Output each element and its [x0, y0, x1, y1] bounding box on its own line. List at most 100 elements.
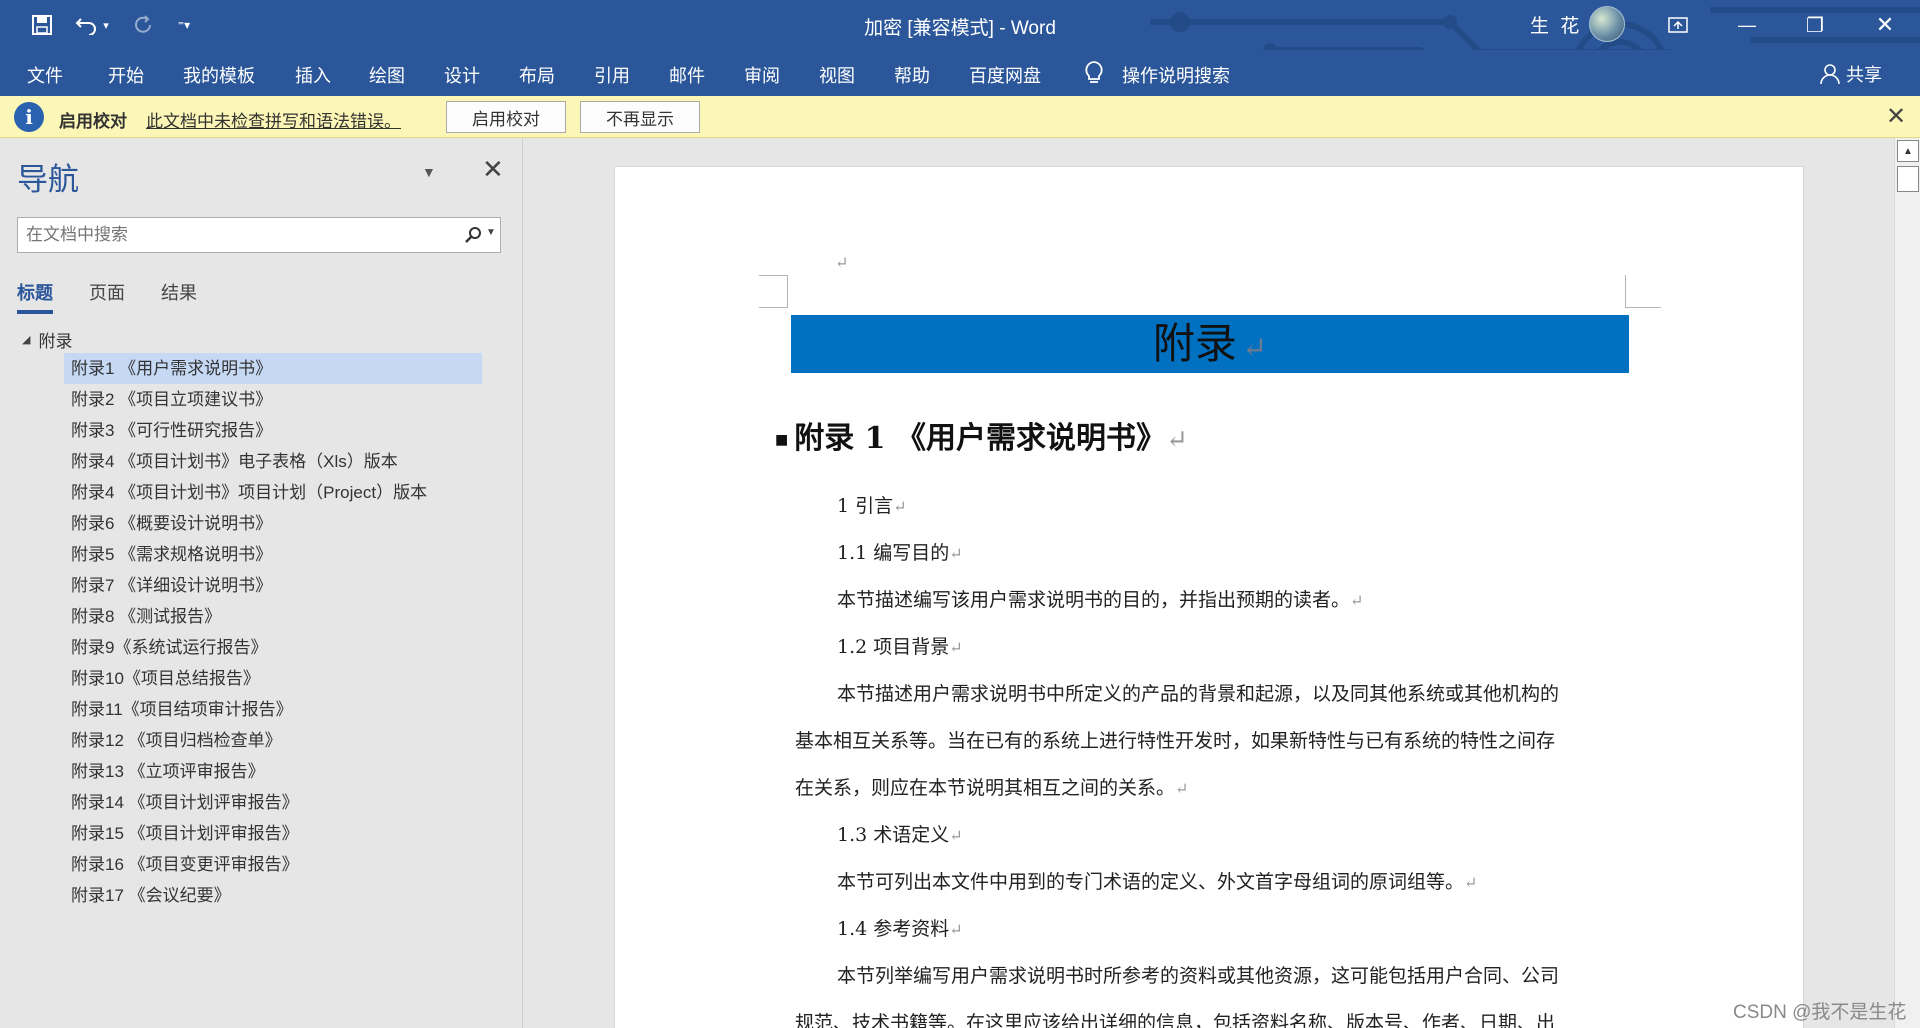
- section-text: 1.2 项目背景: [837, 636, 950, 658]
- share-button[interactable]: 共享: [1820, 61, 1882, 87]
- navigation-title: 导航: [17, 162, 79, 197]
- heading-item[interactable]: 附录3 《可行性研究报告》: [64, 415, 482, 446]
- paragraph-mark: ↵: [893, 497, 907, 516]
- heading-item[interactable]: 附录16 《项目变更评审报告》: [64, 849, 482, 880]
- tab-draw[interactable]: 绘图: [369, 62, 405, 88]
- tab-headings[interactable]: 标题: [17, 279, 53, 314]
- tab-pages[interactable]: 页面: [89, 279, 125, 305]
- heading-item[interactable]: 附录13 《立项评审报告》: [64, 756, 482, 787]
- arrow-up-icon: ▲: [1903, 145, 1913, 157]
- search-options-dropdown-icon[interactable]: ▼: [486, 227, 496, 238]
- body-paragraph-line: 本节列举编写用户需求说明书时所参考的资料或其他资源，这可能包括用户合同、公司: [837, 965, 1560, 987]
- avatar[interactable]: [1589, 6, 1625, 42]
- heading-text: 附录 1 《用户需求说明书》: [794, 421, 1166, 456]
- undo-dropdown-icon[interactable]: ▾: [103, 19, 109, 32]
- heading-item[interactable]: 附录4 《项目计划书》电子表格（Xls）版本: [64, 446, 482, 477]
- document-search-box[interactable]: ▼: [17, 217, 501, 253]
- heading-root-label: 附录: [38, 332, 73, 351]
- heading-item[interactable]: 附录7 《详细设计说明书》: [64, 570, 482, 601]
- undo-button[interactable]: ▾: [70, 0, 114, 50]
- person-icon: [1820, 64, 1840, 85]
- tab-references[interactable]: 引用: [594, 62, 630, 88]
- heading-item[interactable]: 附录9《系统试运行报告》: [64, 632, 482, 663]
- redo-button[interactable]: [126, 0, 160, 50]
- body-paragraph-line: 本节描述用户需求说明书中所定义的产品的背景和起源，以及同其他系统或其他机构的: [837, 683, 1560, 705]
- section-heading: 1.4 参考资料↵: [837, 914, 963, 941]
- ribbon-display-options-button[interactable]: [1643, 0, 1713, 50]
- tab-view[interactable]: 视图: [819, 62, 855, 88]
- heading-item[interactable]: 附录5 《需求规格说明书》: [64, 539, 482, 570]
- heading-item[interactable]: 附录14 《项目计划评审报告》: [64, 787, 482, 818]
- heading-item[interactable]: 附录1 《用户需求说明书》: [64, 353, 482, 384]
- tab-file[interactable]: 文件: [27, 62, 63, 88]
- crop-mark: [1625, 307, 1661, 308]
- section-heading: 1.3 术语定义↵: [837, 820, 963, 847]
- heading-item[interactable]: 附录17 《会议纪要》: [64, 880, 482, 911]
- tab-help[interactable]: 帮助: [894, 62, 930, 88]
- tab-review[interactable]: 审阅: [744, 62, 780, 88]
- tab-my-templates[interactable]: 我的模板: [183, 62, 255, 88]
- search-input[interactable]: [18, 218, 438, 252]
- heading-root-item[interactable]: ◢ 附录: [22, 327, 72, 352]
- heading-item[interactable]: 附录4 《项目计划书》项目计划（Project）版本: [64, 477, 482, 508]
- search-icon[interactable]: [464, 226, 482, 244]
- tab-home[interactable]: 开始: [108, 62, 144, 88]
- close-button[interactable]: ✕: [1850, 0, 1920, 50]
- paragraph-mark: ↵: [1175, 779, 1189, 798]
- paragraph-mark: ↵: [949, 826, 963, 845]
- paragraph-mark: ↵: [949, 638, 963, 657]
- info-icon: i: [14, 102, 44, 132]
- tab-insert[interactable]: 插入: [295, 62, 331, 88]
- document-page[interactable]: ↵ 附录 ↵ ■ 附录 1 《用户需求说明书》↵ 1 引言↵ 1.1 编写目的↵ …: [614, 166, 1804, 1028]
- heading-appendix-1[interactable]: ■ 附录 1 《用户需求说明书》↵: [775, 413, 1188, 457]
- section-heading: 1.1 编写目的↵: [837, 538, 963, 565]
- message-bar-text[interactable]: 此文档中未检查拼写和语法错误。: [146, 107, 401, 132]
- heading-item[interactable]: 附录10《项目总结报告》: [64, 663, 482, 694]
- section-text: 1.3 术语定义: [837, 824, 950, 846]
- tab-baidu-netdisk[interactable]: 百度网盘: [969, 62, 1041, 88]
- user-name[interactable]: 生 花: [1530, 11, 1582, 38]
- section-text: 1.4 参考资料: [837, 918, 950, 940]
- heading-item[interactable]: 附录8 《测试报告》: [64, 601, 482, 632]
- heading-item[interactable]: 附录11《项目结项审计报告》: [64, 694, 482, 725]
- lightbulb-icon: [1085, 61, 1103, 83]
- vertical-scrollbar[interactable]: ▲: [1894, 138, 1920, 1028]
- enable-proofing-button[interactable]: 启用校对: [446, 101, 566, 133]
- heading-item[interactable]: 附录15 《项目计划评审报告》: [64, 818, 482, 849]
- paragraph-text: 本节描述编写该用户需求说明书的目的，并指出预期的读者。: [837, 589, 1351, 611]
- scroll-up-button[interactable]: ▲: [1897, 140, 1919, 162]
- customize-quick-access-button[interactable]: ⁼▾: [172, 0, 196, 50]
- tab-results[interactable]: 结果: [161, 279, 197, 305]
- dont-show-again-button[interactable]: 不再显示: [580, 101, 700, 133]
- minimize-button[interactable]: —: [1712, 0, 1782, 50]
- message-bar-title: 启用校对: [59, 112, 127, 131]
- paragraph-mark: ↵: [1350, 591, 1364, 610]
- save-button[interactable]: [24, 0, 60, 50]
- section-text: 1.1 编写目的: [837, 542, 950, 564]
- document-area[interactable]: ↵ 附录 ↵ ■ 附录 1 《用户需求说明书》↵ 1 引言↵ 1.1 编写目的↵ …: [524, 138, 1894, 1028]
- pane-options-dropdown-icon[interactable]: ▼: [422, 164, 436, 180]
- crop-mark: [759, 307, 788, 308]
- scroll-thumb[interactable]: [1897, 166, 1919, 192]
- heading-item[interactable]: 附录2 《项目立项建议书》: [64, 384, 482, 415]
- tell-me-search[interactable]: 操作说明搜索: [1122, 62, 1230, 88]
- restore-button[interactable]: ❐: [1780, 0, 1850, 50]
- navigation-pane: 导航 ▼ ✕ ▼ 标题 页面 结果 ◢ 附录 附录1 《用户需求说明书》 附录2…: [0, 138, 523, 1028]
- redo-icon: [135, 15, 151, 33]
- paragraph-mark: ↵: [1166, 425, 1188, 455]
- tab-mailings[interactable]: 邮件: [669, 62, 705, 88]
- heading-item[interactable]: 附录6 《概要设计说明书》: [64, 508, 482, 539]
- paragraph-text: 在关系，则应在本节说明其相互之间的关系。: [795, 777, 1176, 799]
- title-bar: ▾ ⁼▾ 加密 [兼容模式] - Word 生 花 — ❐ ✕: [0, 0, 1920, 50]
- paragraph-mark: ↵: [1464, 873, 1478, 892]
- paragraph-mark: ↵: [835, 253, 849, 272]
- body-paragraph: 本节可列出本文件中用到的专门术语的定义、外文首字母组词的原词组等。↵: [837, 867, 1477, 894]
- heading-item[interactable]: 附录12 《项目归档检查单》: [64, 725, 482, 756]
- section-heading: 1.2 项目背景↵: [837, 632, 963, 659]
- tab-layout[interactable]: 布局: [519, 62, 555, 88]
- collapse-triangle-icon[interactable]: ◢: [22, 333, 30, 346]
- message-bar-close-button[interactable]: ✕: [1886, 102, 1906, 131]
- section-text: 1 引言: [837, 495, 894, 517]
- pane-close-button[interactable]: ✕: [482, 154, 504, 185]
- tab-design[interactable]: 设计: [444, 62, 480, 88]
